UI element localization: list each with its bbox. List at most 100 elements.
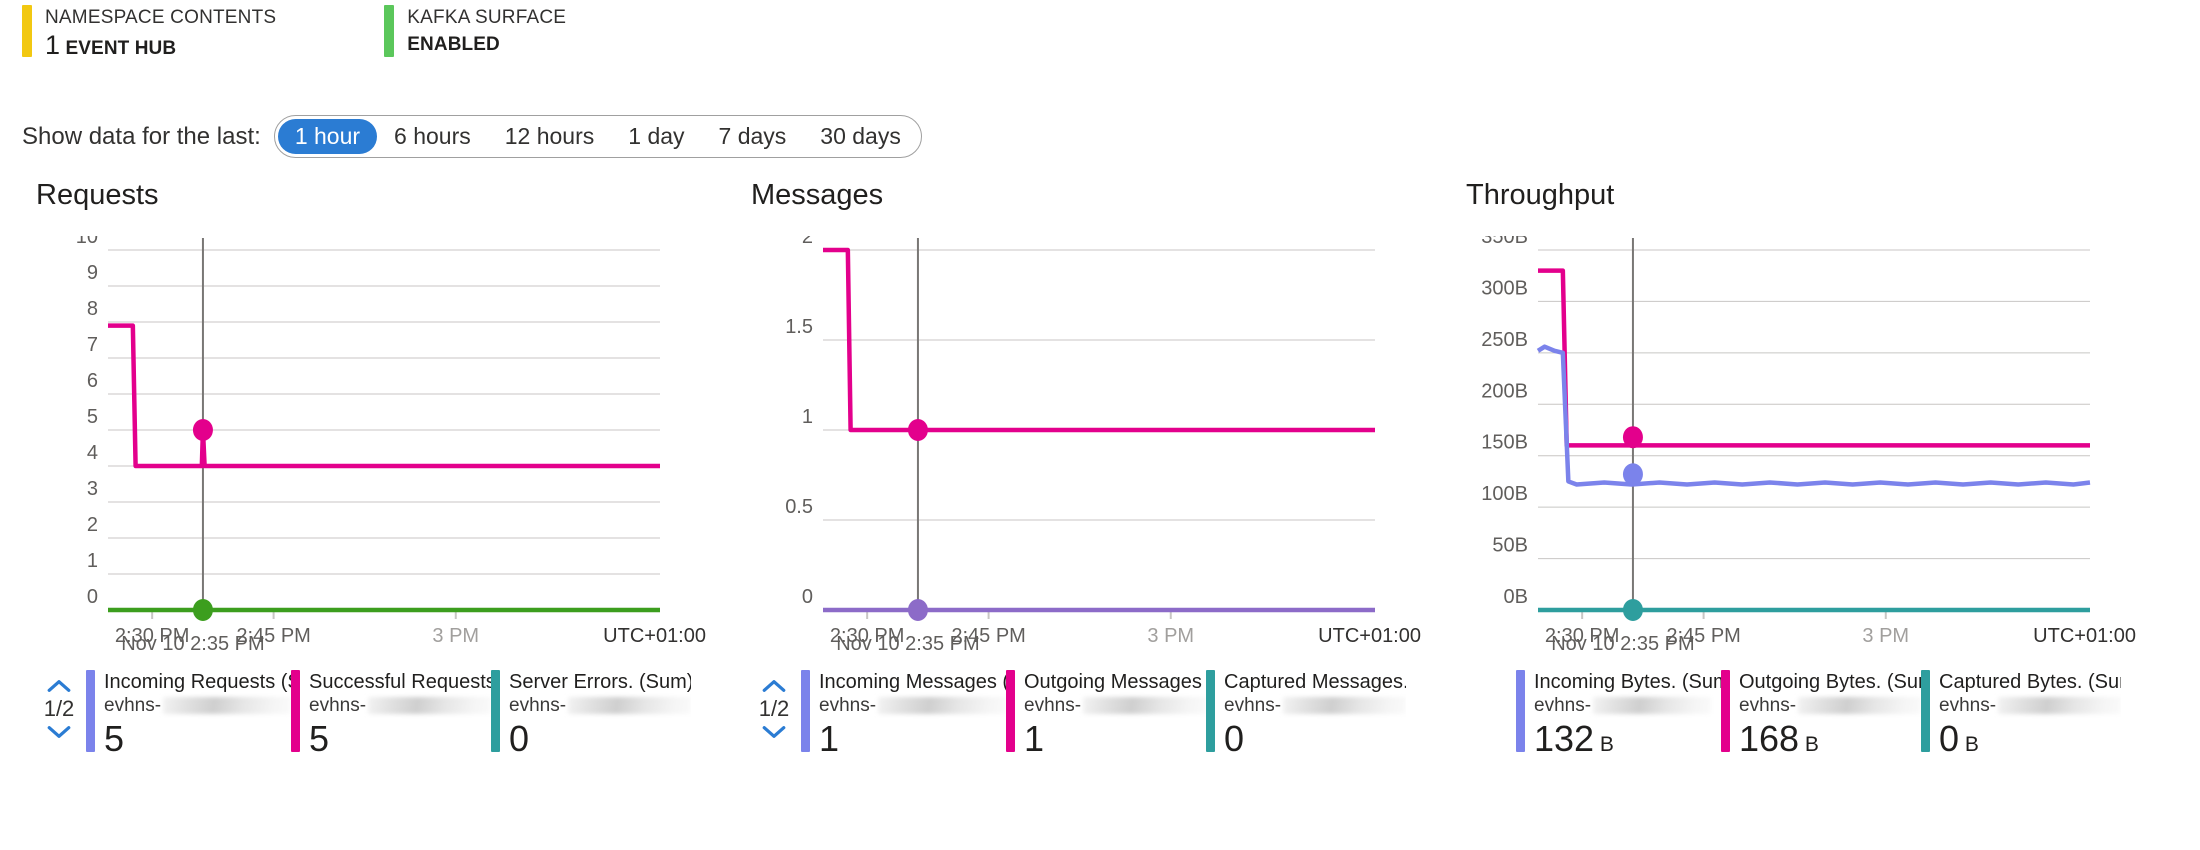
series-line <box>1538 268 2090 448</box>
legend-resource-name: evhns- <box>104 694 291 717</box>
time-range-label: Show data for the last: <box>22 122 261 150</box>
legend-body: Captured Bytes. (Sum)evhns-0 B <box>1939 670 2121 767</box>
legend-color-swatch <box>1721 670 1730 752</box>
legend-body: Incoming Bytes. (Sum) evhns- 132 B <box>1534 670 1721 767</box>
chart-plot[interactable]: 00.511.522:30 PM 2:45 PM 3 PM UTC+01:00Nov … <box>715 236 1430 666</box>
legend-items: Incoming Bytes. (Sum) evhns- 132 B Outgoing… <box>1516 670 2145 767</box>
legend-body: Server Errors. (Sum) evhns- 0 <box>509 670 691 761</box>
series-hover-marker <box>907 599 928 621</box>
status-caption: NAMESPACE CONTENTS <box>45 7 277 28</box>
legend-item[interactable]: Outgoing Messages (Sum)evhns-1 <box>1006 670 1206 761</box>
legend-item[interactable]: Successful Requests ...evhns-5 <box>291 670 491 761</box>
y-axis-tick-label: 4 <box>87 442 98 464</box>
legend-resource-prefix: evhns- <box>1534 695 1592 716</box>
legend-items: Incoming Messages (Sum)evhns-1Outgoing M… <box>801 670 1430 761</box>
timezone-label: UTC+01:00 <box>2033 625 2136 647</box>
legend-item[interactable]: Incoming Messages (Sum)evhns-1 <box>801 670 1006 761</box>
legend-color-swatch <box>491 670 500 752</box>
legend-resource-name: evhns- <box>509 694 691 717</box>
legend-item[interactable]: Incoming Requests (Sum)evhns-5 <box>86 670 291 761</box>
legend-metric-name: Captured Bytes. (Sum) <box>1939 671 2121 693</box>
legend-metric-value: 5 <box>309 718 330 759</box>
series-hover-marker <box>192 419 213 441</box>
redacted-resource-name <box>1283 697 1406 714</box>
panel-title: Requests <box>36 179 159 211</box>
legend-resource-name: evhns- <box>1739 694 1921 717</box>
legend-resource-name: evhns- <box>1224 694 1406 717</box>
status-accent-bar <box>384 5 395 57</box>
time-range-option-6-hours[interactable]: 6 hours <box>377 119 488 154</box>
time-range-option-1-day[interactable]: 1 day <box>611 119 701 154</box>
chevron-up-icon[interactable] <box>46 676 72 696</box>
legend-resource-name: evhns- <box>1939 694 2121 717</box>
chevron-down-icon[interactable] <box>761 722 787 742</box>
legend-pager[interactable]: 1/2 <box>36 670 82 742</box>
redacted-resource-name <box>878 697 1006 714</box>
panel-title: Throughput <box>1466 179 1615 211</box>
chevron-up-icon[interactable] <box>761 676 787 696</box>
legend-resource-prefix: evhns- <box>104 695 162 716</box>
y-axis-tick-label: 10 <box>76 236 98 248</box>
redacted-resource-name <box>163 697 291 714</box>
status-value: 1 EVENT HUB <box>45 30 276 64</box>
legend-resource-prefix: evhns- <box>309 695 367 716</box>
legend-color-swatch <box>86 670 95 752</box>
crosshair-time-label: Nov 10 2:35 PM <box>121 633 264 655</box>
legend-resource-prefix: evhns- <box>819 695 877 716</box>
y-axis-tick-label: 200B <box>1481 380 1528 402</box>
series-hover-marker <box>1622 599 1643 621</box>
legend-resource-name: evhns- <box>819 694 1006 717</box>
time-range-option-12-hours[interactable]: 12 hours <box>488 119 612 154</box>
crosshair-time-label: Nov 10 2:35 PM <box>1551 633 1694 655</box>
y-axis-tick-label: 0 <box>87 586 98 608</box>
y-axis-tick-label: 7 <box>87 334 98 356</box>
legend-resource-prefix: evhns- <box>1739 695 1797 716</box>
legend-item[interactable]: Server Errors. (Sum) evhns- 0 <box>491 670 691 761</box>
time-range-option-7-days[interactable]: 7 days <box>702 119 804 154</box>
legend-metric-name: Incoming Bytes. (Sum) <box>1534 671 1721 693</box>
series-hover-marker <box>1622 463 1643 486</box>
time-range-pill-group[interactable]: 1 hour 6 hours 12 hours 1 day 7 days 30 days <box>273 115 922 158</box>
legend-metric-name: Server Errors. (Sum) <box>509 671 691 693</box>
chart-plot[interactable]: 0B50B100B150B200B250B300B350B2:30 PM 2:45… <box>1430 236 2145 666</box>
legend-item[interactable]: Incoming Bytes. (Sum) evhns- 132 B <box>1516 670 1721 767</box>
status-tile-namespace-contents: NAMESPACE CONTENTS 1 EVENT HUB <box>22 5 276 64</box>
chevron-down-icon[interactable] <box>46 722 72 742</box>
metrics-dashboard: NAMESPACE CONTENTS 1 EVENT HUB KAFKA SUR… <box>0 0 2200 850</box>
series-hover-marker <box>192 599 213 621</box>
status-tile-kafka-surface: KAFKA SURFACE ENABLED <box>384 5 566 64</box>
legend-resource-prefix: evhns- <box>1024 695 1082 716</box>
chart-plot[interactable]: 0123456789102:30 PM 2:45 PM 3 PM UTC+01:00N… <box>0 236 715 666</box>
legend-pager[interactable]: 1/2 <box>751 670 797 742</box>
legend-metric-value: 0 B <box>1939 718 1979 759</box>
y-axis-tick-label: 350B <box>1481 236 1528 248</box>
legend-item[interactable]: Outgoing Bytes. (Sum)evhns-168 B <box>1721 670 1921 767</box>
status-value-text: ENABLED <box>407 34 500 55</box>
legend-metric-value: 5 <box>104 718 125 759</box>
crosshair-time-label: Nov 10 2:35 PM <box>836 633 979 655</box>
legend-item[interactable]: Captured Messages. (...evhns-0 <box>1206 670 1406 761</box>
y-axis-tick-label: 150B <box>1481 432 1528 454</box>
legend-item[interactable]: Captured Bytes. (Sum)evhns-0 B <box>1921 670 2121 767</box>
legend-metric-value: 1 <box>819 718 840 759</box>
time-range-option-1-hour[interactable]: 1 hour <box>277 119 378 154</box>
y-axis-tick-label: 1 <box>87 550 98 572</box>
legend-metric-unit: B <box>1799 733 1819 756</box>
metrics-panel-requests: Requests 0 1 2 3 4 5 6 7 8 9 10 2:30 PM 2:45 PM 3 PM UT… <box>0 178 715 767</box>
legend-color-swatch <box>291 670 300 752</box>
redacted-resource-name <box>568 697 691 714</box>
status-value: ENABLED <box>407 30 566 60</box>
legend-resource-name: evhns- <box>1024 694 1206 717</box>
x-axis-tick-label: 3 PM <box>1862 625 1909 647</box>
legend-metric-name: Outgoing Bytes. (Sum) <box>1739 671 1921 693</box>
plot-area: 0B 50B 100B 150B 200B 250B 300B 350B 2:30 PM 2:45… <box>1430 236 2145 666</box>
plot-area: 0 1 2 3 4 5 6 7 8 9 10 2:30 PM 2:45 PM 3 PM UTC+01:00 N… <box>0 236 715 666</box>
legend-body: Successful Requests ...evhns-5 <box>309 670 491 761</box>
legend-color-swatch <box>801 670 810 752</box>
chart-legend: 1/2Incoming Messages (Sum)evhns-1Outgoin… <box>715 670 1430 761</box>
redacted-resource-name <box>1593 697 1712 714</box>
time-range-option-30-days[interactable]: 30 days <box>803 119 918 154</box>
y-axis-tick-label: 1 <box>802 406 813 428</box>
status-caption: KAFKA SURFACE <box>407 7 567 28</box>
legend-metric-unit: B <box>1959 733 1979 756</box>
